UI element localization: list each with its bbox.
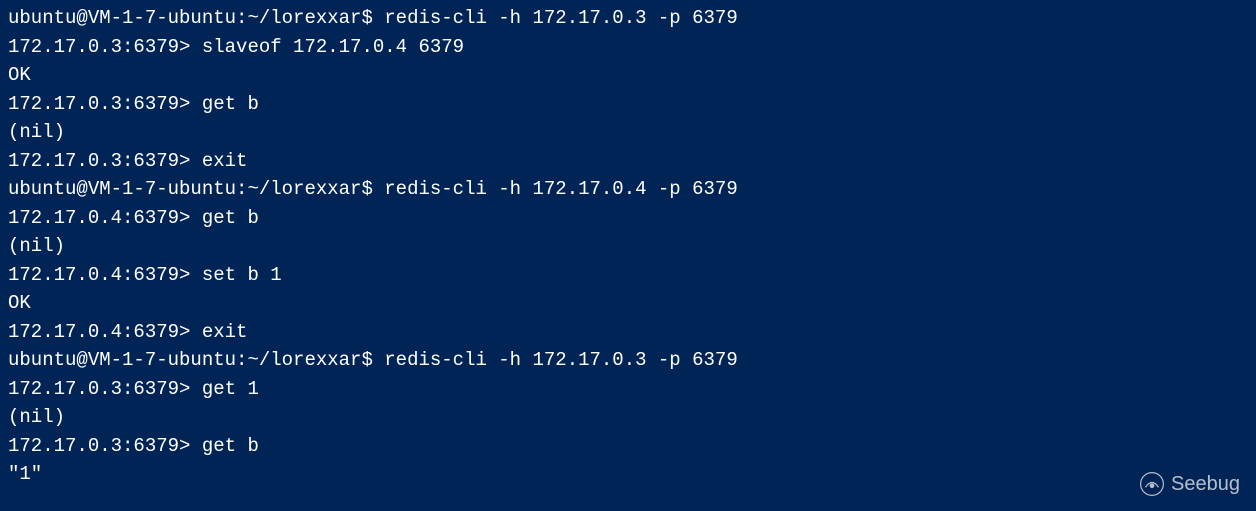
terminal-line: 172.17.0.3:6379> get b	[8, 90, 1248, 119]
watermark: Seebug	[1139, 469, 1240, 499]
terminal-line: ubuntu@VM-1-7-ubuntu:~/lorexxar$ redis-c…	[8, 346, 1248, 375]
terminal-line: 172.17.0.3:6379> get 1	[8, 375, 1248, 404]
terminal-line: 172.17.0.3:6379> exit	[8, 147, 1248, 176]
terminal-line: 172.17.0.3:6379> slaveof 172.17.0.4 6379	[8, 33, 1248, 62]
terminal-line: 172.17.0.4:6379> set b 1	[8, 261, 1248, 290]
terminal-line: (nil)	[8, 232, 1248, 261]
terminal-line: 172.17.0.4:6379> exit	[8, 318, 1248, 347]
seebug-icon	[1139, 471, 1165, 497]
terminal-line: 172.17.0.3:6379> get b	[8, 432, 1248, 461]
terminal-output: ubuntu@VM-1-7-ubuntu:~/lorexxar$ redis-c…	[8, 4, 1248, 489]
terminal-line: ubuntu@VM-1-7-ubuntu:~/lorexxar$ redis-c…	[8, 4, 1248, 33]
terminal-line: 172.17.0.4:6379> get b	[8, 204, 1248, 233]
watermark-text: Seebug	[1171, 469, 1240, 499]
terminal-line: (nil)	[8, 403, 1248, 432]
terminal-line: "1"	[8, 460, 1248, 489]
terminal-line: OK	[8, 289, 1248, 318]
terminal-line: (nil)	[8, 118, 1248, 147]
terminal-line: OK	[8, 61, 1248, 90]
terminal-line: ubuntu@VM-1-7-ubuntu:~/lorexxar$ redis-c…	[8, 175, 1248, 204]
